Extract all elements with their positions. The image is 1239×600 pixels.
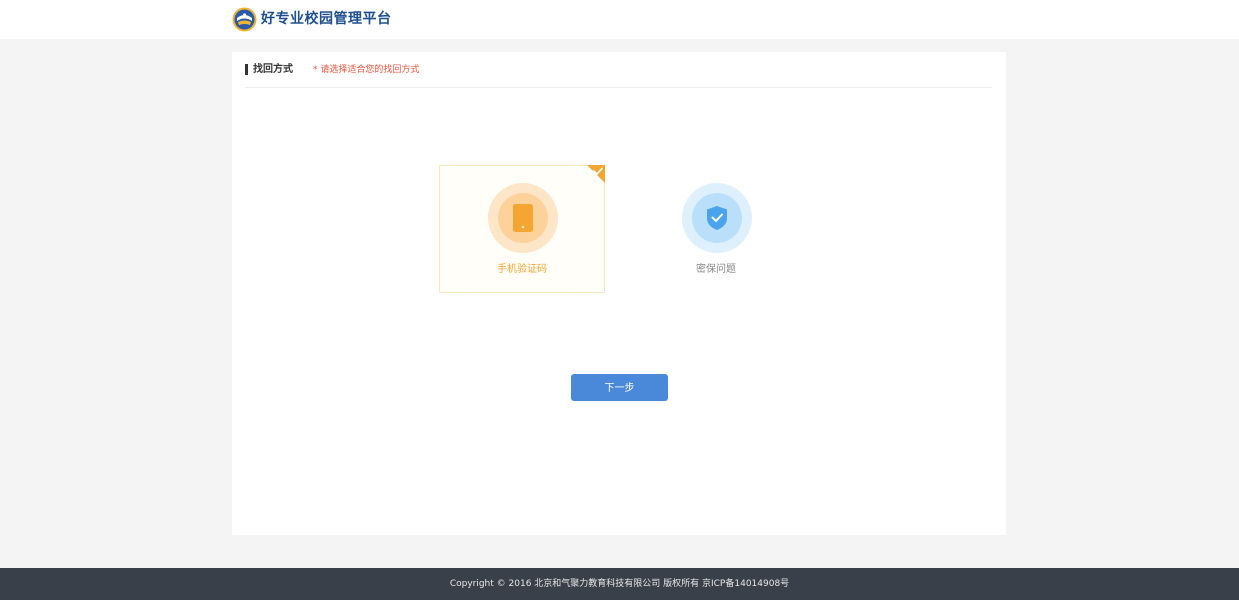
option-label: 密保问题 (696, 264, 736, 275)
section-title: 找回方式 (253, 64, 293, 75)
copyright-text: Copyright © 2016 北京和气聚力教育科技有限公司 版权所有 京IC… (449, 579, 790, 589)
mobile-phone-icon (513, 204, 533, 232)
top-bar: 好专业校园管理平台 (0, 0, 1239, 39)
option-security-question[interactable]: 密保问题 (633, 165, 799, 293)
next-step-button[interactable]: 下一步 (571, 374, 668, 401)
phone-icon-circle (488, 183, 558, 253)
section-marker (245, 64, 248, 75)
shield-check-icon (707, 206, 727, 230)
footer: Copyright © 2016 北京和气聚力教育科技有限公司 版权所有 京IC… (0, 568, 1239, 600)
brand-title: 好专业校园管理平台 (261, 11, 392, 27)
section-hint: * 请选择适合您的找回方式 (313, 65, 420, 75)
option-phone-verification[interactable]: 手机验证码 (439, 165, 605, 293)
divider (245, 87, 992, 88)
option-label: 手机验证码 (497, 264, 547, 275)
recovery-card: 找回方式 * 请选择适合您的找回方式 手机验证码 密保问题 下一步 (232, 52, 1006, 535)
school-emblem-icon[interactable] (232, 7, 257, 32)
shield-icon-circle (682, 183, 752, 253)
selected-check-icon (587, 165, 605, 183)
